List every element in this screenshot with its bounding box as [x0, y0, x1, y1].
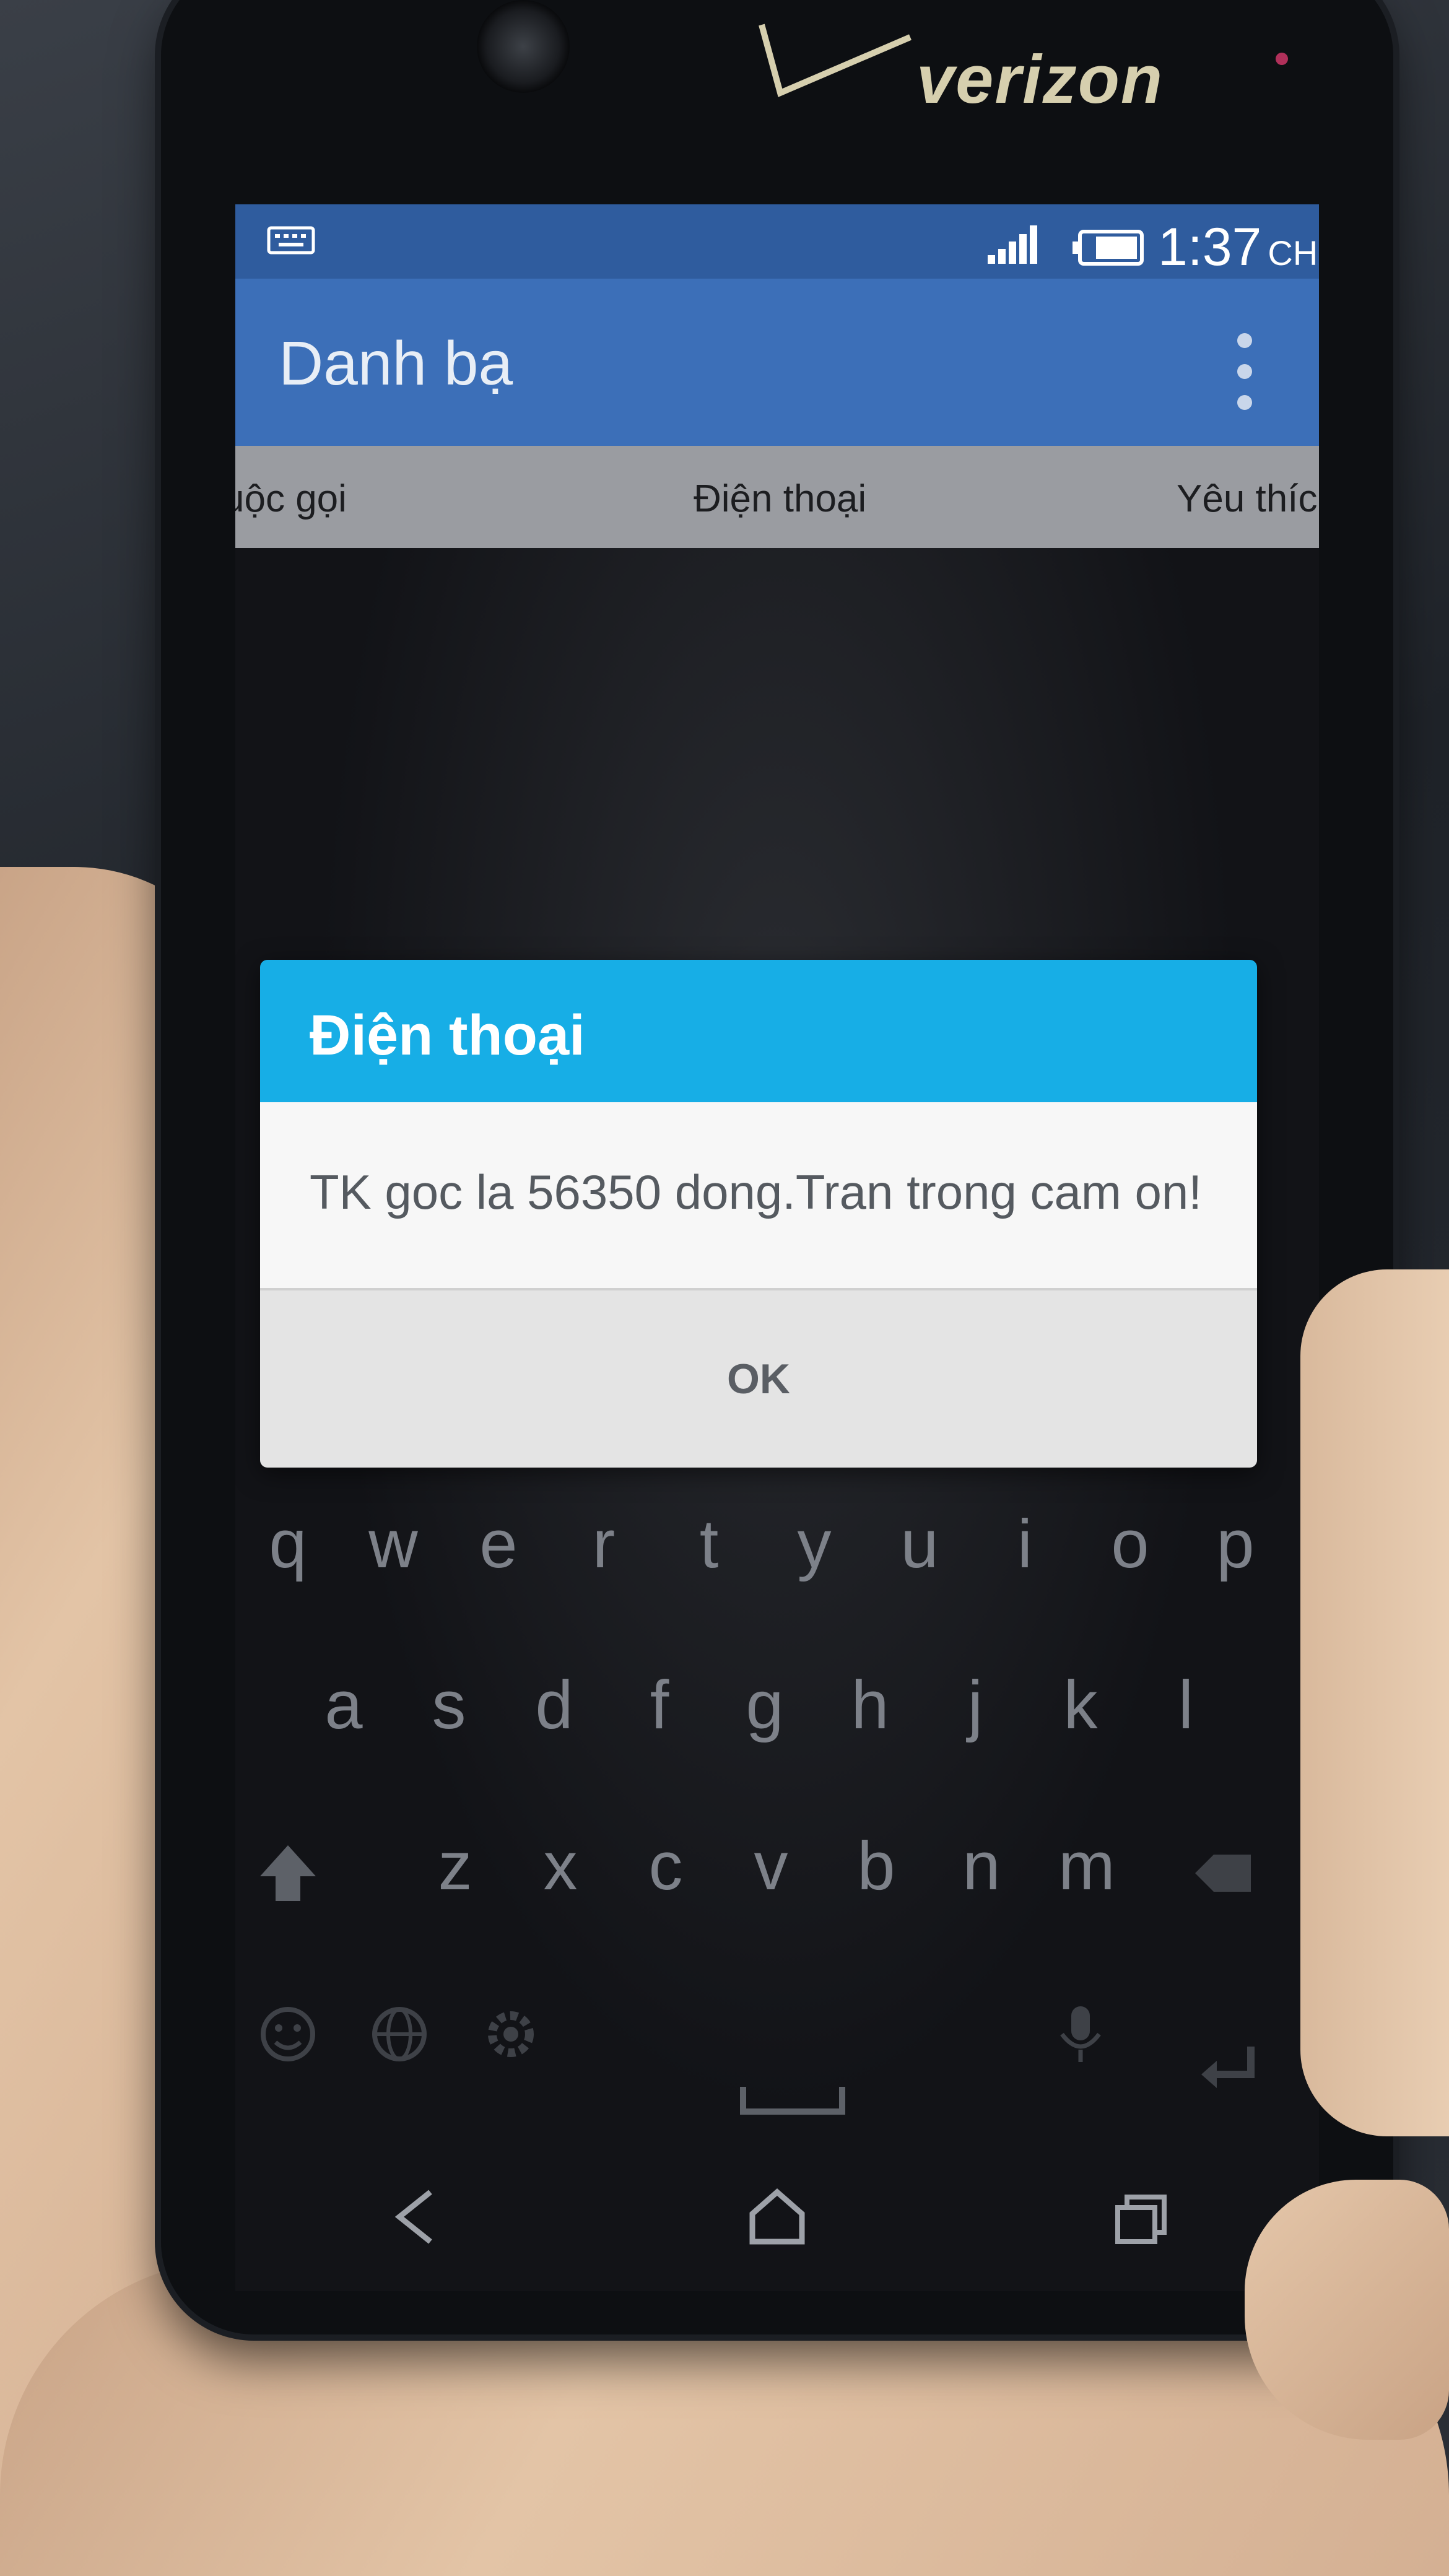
tab-phone[interactable]: Điện thoại: [694, 477, 866, 521]
status-bar: 1:37 CH: [235, 204, 1319, 279]
key-t[interactable]: t: [669, 1505, 749, 1583]
screen: 1:37CH Danh bạ uộc gọi Điện thoại Yêu th…: [235, 204, 1319, 2291]
key-u[interactable]: u: [879, 1505, 960, 1583]
key-c[interactable]: c: [625, 1827, 706, 1905]
notification-led: [1276, 53, 1288, 65]
key-z[interactable]: z: [415, 1827, 495, 1905]
key-n[interactable]: n: [941, 1827, 1022, 1905]
key-i[interactable]: i: [985, 1505, 1065, 1583]
tab-bar: uộc gọi Điện thoại Yêu thíc: [235, 446, 1319, 548]
alert-dialog: Điện thoại TK goc la 56350 dong.Tran tro…: [260, 960, 1257, 1468]
ok-button[interactable]: OK: [260, 1290, 1257, 1468]
key-m[interactable]: m: [1046, 1827, 1127, 1905]
key-k[interactable]: k: [1040, 1666, 1121, 1744]
settings-gear-icon[interactable]: [477, 2000, 545, 2068]
key-h[interactable]: h: [830, 1666, 910, 1744]
key-s[interactable]: s: [409, 1666, 489, 1744]
keyboard-icon: [267, 226, 315, 255]
microphone-icon[interactable]: [1046, 2000, 1115, 2068]
signal-icon: [988, 225, 1037, 264]
key-y[interactable]: y: [774, 1505, 855, 1583]
dialog-title: Điện thoại: [310, 1004, 585, 1067]
verizon-check-icon: [759, 24, 912, 97]
carrier-logo: verizon: [755, 12, 1162, 118]
shift-icon[interactable]: [254, 1839, 322, 1907]
key-g[interactable]: g: [724, 1666, 805, 1744]
tab-call-history[interactable]: uộc gọi: [235, 477, 347, 521]
key-w[interactable]: w: [353, 1505, 433, 1583]
dialog-footer: OK: [260, 1290, 1257, 1468]
key-e[interactable]: e: [458, 1505, 539, 1583]
app-bar: Danh bạ: [235, 279, 1319, 446]
spacebar-icon[interactable]: [731, 2062, 855, 2130]
key-l[interactable]: l: [1146, 1666, 1226, 1744]
overflow-menu-icon[interactable]: [1226, 328, 1263, 415]
recent-apps-icon[interactable]: [1102, 2180, 1177, 2254]
key-j[interactable]: j: [935, 1666, 1016, 1744]
tab-favorites[interactable]: Yêu thíc: [1177, 477, 1317, 521]
clock-ampm: CH: [1268, 233, 1318, 272]
navigation-bar: [235, 2149, 1319, 2291]
clock-time: 1:37: [1158, 217, 1262, 277]
key-b[interactable]: b: [836, 1827, 916, 1905]
key-p[interactable]: p: [1195, 1505, 1276, 1583]
globe-icon[interactable]: [365, 2000, 433, 2068]
backspace-icon[interactable]: [1189, 1839, 1257, 1907]
finger-right: [1300, 1269, 1449, 2136]
status-clock: 1:37 CH: [1158, 217, 1318, 278]
key-d[interactable]: d: [514, 1666, 594, 1744]
dialog-body: TK goc la 56350 dong.Tran trong cam on!: [260, 1102, 1257, 1288]
battery-icon: [1073, 230, 1144, 266]
carrier-brand-text: verizon: [916, 41, 1164, 118]
key-r[interactable]: r: [564, 1505, 644, 1583]
back-icon[interactable]: [378, 2180, 452, 2254]
emoji-icon[interactable]: [254, 2000, 322, 2068]
soft-keyboard: q w e r t y u i o p a s d f g h j k l z …: [235, 1480, 1319, 2248]
key-q[interactable]: q: [248, 1505, 328, 1583]
enter-icon[interactable]: [1195, 2037, 1263, 2105]
dialog-message: TK goc la 56350 dong.Tran trong cam on!: [310, 1165, 1202, 1219]
key-a[interactable]: a: [303, 1666, 384, 1744]
key-x[interactable]: x: [520, 1827, 601, 1905]
dialog-header: Điện thoại: [260, 960, 1257, 1102]
key-o[interactable]: o: [1090, 1505, 1170, 1583]
key-f[interactable]: f: [619, 1666, 700, 1744]
home-icon[interactable]: [740, 2180, 814, 2254]
app-title: Danh bạ: [279, 329, 513, 398]
key-v[interactable]: v: [731, 1827, 811, 1905]
front-camera: [477, 0, 570, 93]
